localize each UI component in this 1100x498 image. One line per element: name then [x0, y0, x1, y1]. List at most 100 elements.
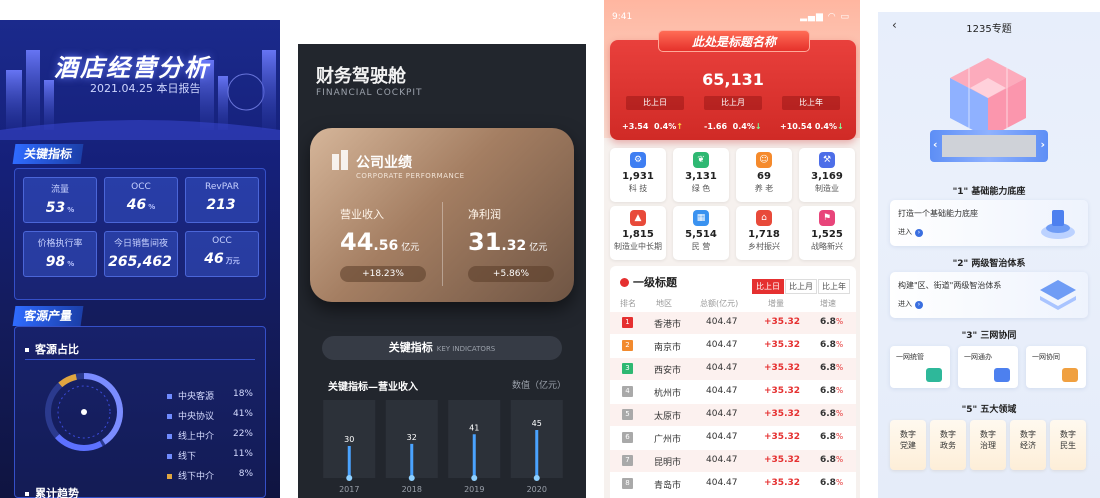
kpi-card[interactable]: RevPAR 213 — [185, 177, 259, 223]
finance-cockpit-panel: 财务驾驶舱 FINANCIAL COCKPIT 公司业绩 CORPORATE P… — [298, 44, 586, 498]
rank-badge: 5 — [622, 409, 633, 420]
legend-pct: 22% — [232, 429, 253, 439]
kpi-card[interactable]: 今日销售间夜 265,462 — [104, 231, 178, 277]
domain-tile-economy[interactable]: 数字 经济 — [1010, 420, 1046, 470]
performance-card[interactable]: 公司业绩 CORPORATE PERFORMANCE 营业收入 44.56 亿元 … — [310, 128, 574, 302]
arrow-right-icon: › — [915, 229, 923, 237]
kpi-card[interactable]: 流量 53% — [23, 177, 97, 223]
col-header-growth: 增速 — [820, 299, 836, 308]
category-elder[interactable]: ☺ 69 养 老 — [736, 148, 792, 202]
net-card-service[interactable]: 一网通办 — [958, 346, 1018, 388]
kpi-unit: % — [67, 260, 75, 268]
total-cell: 404.47 — [706, 363, 738, 373]
tile-line: 党建 — [900, 441, 916, 450]
title-dot-icon — [620, 278, 629, 287]
tab-day[interactable]: 比上日 — [752, 279, 784, 294]
tile-line: 政务 — [940, 441, 956, 450]
legend-swatch — [167, 434, 172, 439]
growth-value: 6.8 — [820, 386, 836, 396]
bar[interactable] — [472, 434, 476, 478]
tab-month[interactable]: 比上月 — [785, 279, 817, 294]
category-strategic[interactable]: ⚑ 1,525 战略新兴 — [799, 206, 855, 260]
chart-title: 关键指标—营业收入 — [328, 382, 418, 393]
growth-unit: % — [835, 317, 844, 326]
kpi-value: 46 — [204, 251, 224, 267]
governance-card[interactable]: 构建"区、街道"两级智治体系 进入 › — [890, 272, 1088, 318]
bar[interactable] — [410, 443, 414, 478]
growth-unit: % — [835, 478, 844, 487]
value-unit: 亿元 — [529, 243, 548, 253]
tile-line: 经济 — [1020, 441, 1036, 450]
key-indicators-tab[interactable]: 关键指标 KEY INDICATORS — [322, 336, 562, 360]
page-title: 财务驾驶舱 — [316, 66, 406, 87]
domain-tile-livelihood[interactable]: 数字 民生 — [1050, 420, 1086, 470]
chevron-right-icon[interactable]: › — [1040, 138, 1045, 151]
legend-item: 中央客源 18% — [167, 389, 267, 403]
kpi-card[interactable]: OCC 46% — [104, 177, 178, 223]
legend-swatch — [167, 474, 172, 479]
growth-unit: % — [835, 340, 844, 349]
table-row[interactable]: 1 香港市 404.47 +35.32 6.8% — [610, 312, 856, 334]
building-icon — [332, 150, 348, 170]
bar[interactable] — [535, 430, 539, 478]
gear-icon: ⚙ — [630, 152, 646, 168]
table-row[interactable]: 3 西安市 404.47 +35.32 6.8% — [610, 358, 856, 380]
increment-cell: +35.32 — [764, 455, 801, 465]
cell-value: 3,131 — [685, 171, 717, 182]
net-label: 一网统管 — [896, 353, 924, 361]
net-card-management[interactable]: 一网统管 — [890, 346, 950, 388]
kpi-label: OCC — [131, 182, 151, 192]
col-header-increment: 增量 — [768, 299, 784, 308]
report-date: 2021.04.25 本日报告 — [90, 82, 201, 95]
growth-value: 6.8 — [820, 317, 836, 327]
legend-pct: 41% — [232, 409, 253, 419]
table-row[interactable]: 7 昆明市 404.47 +35.32 6.8% — [610, 450, 856, 472]
net-label: 一网协同 — [1032, 353, 1060, 361]
topic-selector[interactable]: ‹ › — [930, 130, 1048, 162]
cell-label: 战略新兴 — [811, 242, 843, 251]
domain-tile-party[interactable]: 数字 党建 — [890, 420, 926, 470]
legend-label: 线下 — [178, 452, 197, 462]
chevron-left-icon[interactable]: ‹ — [933, 138, 938, 151]
growth-value: 6.8 — [820, 363, 836, 373]
nav-title: 1235专题 — [966, 24, 1012, 35]
table-row[interactable]: 6 广州市 404.47 +35.32 6.8% — [610, 427, 856, 449]
foundation-card[interactable]: 打造一个基础能力底座 进入 › — [890, 200, 1088, 246]
tab-year[interactable]: 比上年 — [818, 279, 850, 294]
enter-link[interactable]: 进入 › — [898, 227, 923, 237]
kpi-card[interactable]: 价格执行率 98% — [23, 231, 97, 277]
category-mfg-longterm[interactable]: ▲ 1,815 制造业中长期 — [610, 206, 666, 260]
net-card-collab[interactable]: 一网协同 — [1026, 346, 1086, 388]
cell-label: 科 技 — [628, 184, 648, 193]
domain-tile-govern[interactable]: 数字 治理 — [970, 420, 1006, 470]
rank-badge: 6 — [622, 432, 633, 443]
bar[interactable] — [347, 446, 351, 478]
table-title-text: 一级标题 — [633, 276, 677, 289]
page-subtitle: FINANCIAL COCKPIT — [316, 88, 423, 98]
table-row[interactable]: 2 南京市 404.47 +35.32 6.8% — [610, 335, 856, 357]
kpi-box: 流量 53% OCC 46% RevPAR 213 价格执行率 98% 今日销售… — [14, 168, 266, 300]
domain-tile-gov[interactable]: 数字 政务 — [930, 420, 966, 470]
growth-unit: % — [835, 455, 844, 464]
region-cell: 昆明市 — [654, 458, 682, 468]
category-rural[interactable]: ⌂ 1,718 乡村振兴 — [736, 206, 792, 260]
category-green[interactable]: ❦ 3,131 绿 色 — [673, 148, 729, 202]
profit-value: 31.32 亿元 — [468, 228, 547, 256]
source-section-header: 客源产量 — [12, 306, 84, 326]
category-tech[interactable]: ⚙ 1,931 科 技 — [610, 148, 666, 202]
cell-value: 1,815 — [622, 229, 654, 240]
collab-icon — [1062, 368, 1078, 382]
compare-year-label: 比上年 — [782, 96, 840, 110]
kpi-value: 265,462 — [108, 254, 172, 270]
category-manufacturing[interactable]: ⚒ 3,169 制造业 — [799, 148, 855, 202]
table-row[interactable]: 5 太原市 404.47 +35.32 6.8% — [610, 404, 856, 426]
enter-link[interactable]: 进入 › — [898, 299, 923, 309]
kpi-value: 53 — [45, 200, 66, 216]
kpi-card[interactable]: OCC 46 万元 — [185, 231, 259, 277]
platform-icon — [1041, 210, 1075, 239]
table-row[interactable]: 8 青岛市 404.47 +35.32 6.8% — [610, 473, 856, 495]
total-cell: 404.47 — [706, 317, 738, 327]
compare-month-value: -1.66 0.4%↓ — [704, 122, 762, 131]
category-private[interactable]: ▦ 5,514 民 营 — [673, 206, 729, 260]
table-row[interactable]: 4 杭州市 404.47 +35.32 6.8% — [610, 381, 856, 403]
